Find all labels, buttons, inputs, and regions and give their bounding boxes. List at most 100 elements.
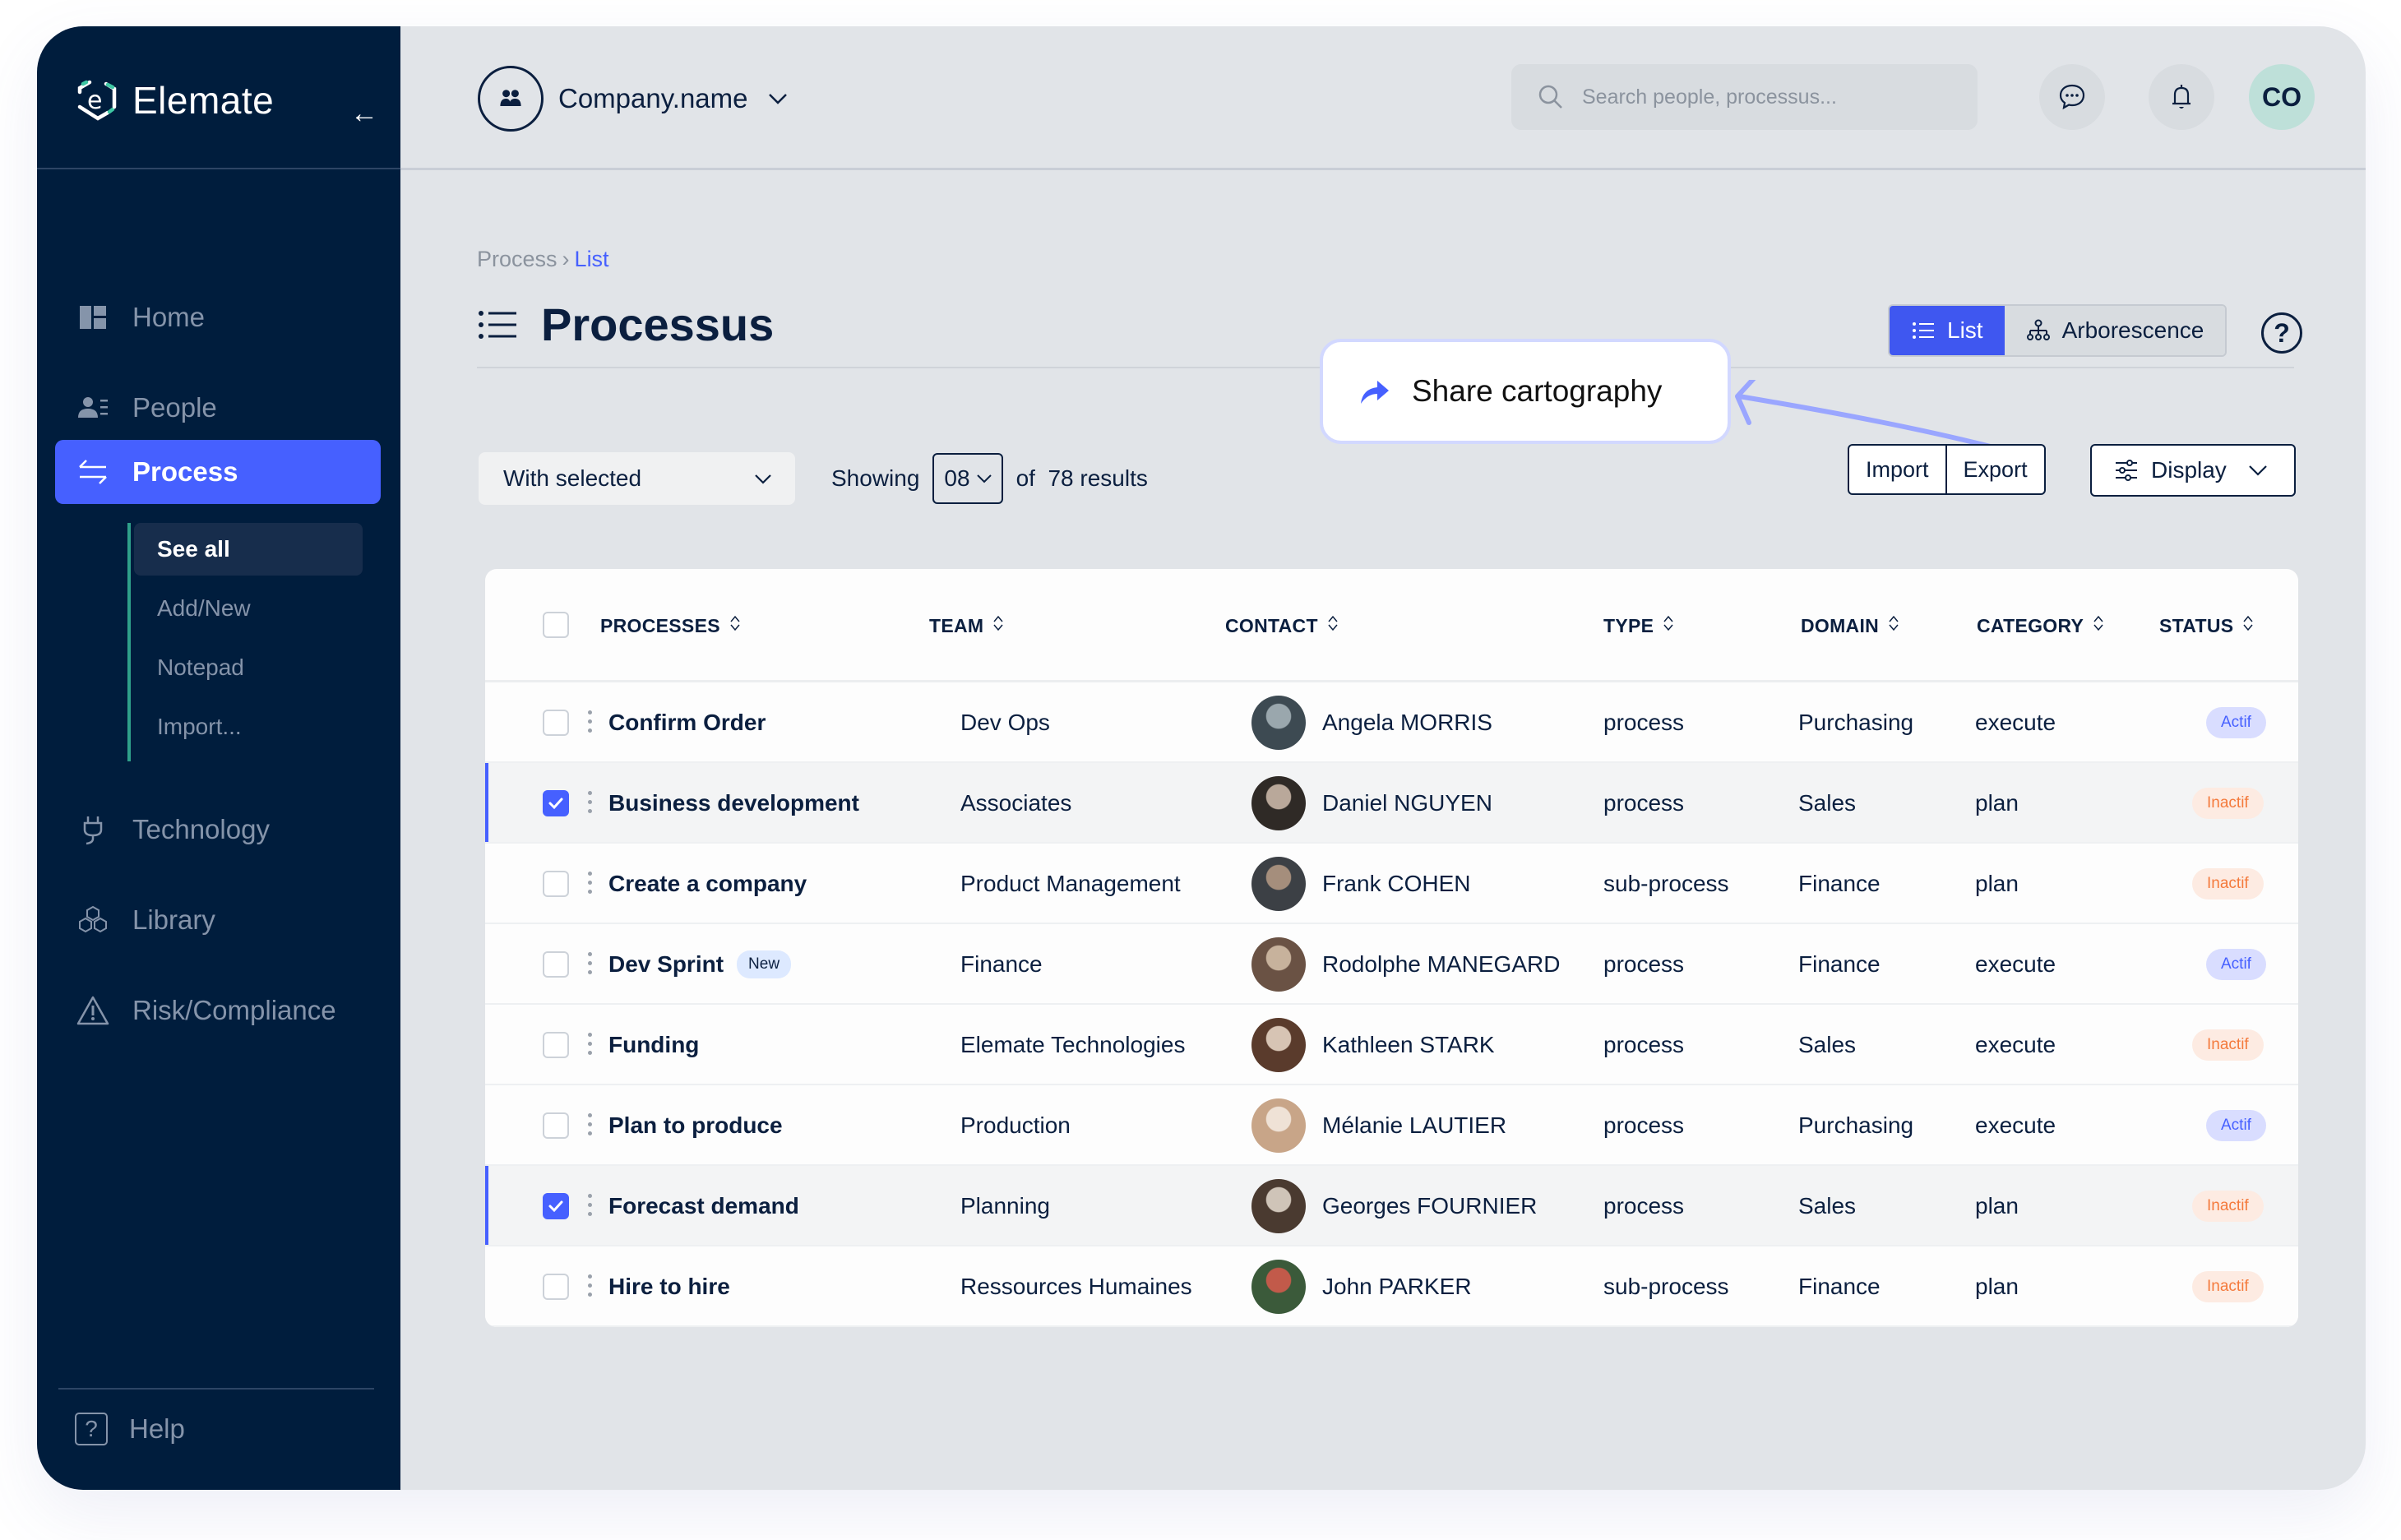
row-checkbox[interactable] [543, 1032, 569, 1058]
breadcrumb-process[interactable]: Process [477, 247, 557, 271]
row-checkbox[interactable] [543, 1112, 569, 1139]
sliders-icon [2116, 460, 2137, 481]
contact-name: Angela MORRIS [1322, 710, 1492, 735]
type-cell: process [1603, 790, 1685, 816]
breadcrumb: Process › List [477, 247, 609, 272]
process-name-cell[interactable]: Business development [608, 763, 859, 844]
logo[interactable]: e Elemate [75, 76, 274, 125]
row-checkbox[interactable] [543, 951, 569, 978]
process-name-cell[interactable]: Confirm Order [608, 682, 766, 763]
table-row[interactable]: Dev Sprint New Finance Rodolphe MANEGARD pro… [485, 924, 2298, 1005]
contact-cell[interactable]: Daniel NGUYEN [1251, 763, 1492, 844]
warning-icon [75, 992, 111, 1029]
sidebar-item-risk-compliance[interactable]: Risk/Compliance [55, 978, 381, 1043]
table-row[interactable]: Hire to hire Ressources Humaines John PARK… [485, 1246, 2298, 1327]
sidebar-divider [58, 1388, 374, 1390]
table-row[interactable]: Business development Associates Daniel NGU… [485, 763, 2298, 844]
table-row[interactable]: Confirm Order Dev Ops Angela MORRIS process… [485, 682, 2298, 763]
contact-cell[interactable]: Mélanie LAUTIER [1251, 1085, 1506, 1166]
status-cell: Inactif [2192, 1246, 2264, 1327]
subnav-notepad[interactable]: Notepad [134, 641, 363, 694]
status-cell: Inactif [2192, 1166, 2264, 1246]
row-checkbox[interactable] [543, 1193, 569, 1219]
type-cell: process [1603, 1112, 1685, 1138]
drag-handle-icon[interactable] [588, 872, 593, 896]
subnav-import[interactable]: Import... [134, 701, 363, 753]
column-header-domain[interactable]: DOMAIN [1801, 569, 1900, 682]
sort-icon [992, 614, 1005, 637]
page-title: Processus [477, 298, 774, 351]
sort-icon [1326, 614, 1339, 637]
company-switcher[interactable]: Company.name [478, 66, 789, 132]
contact-cell[interactable]: John PARKER [1251, 1246, 1472, 1327]
per-page-select[interactable]: 08 [932, 453, 1003, 504]
process-name-cell[interactable]: Create a company [608, 844, 807, 924]
drag-handle-icon[interactable] [588, 1274, 593, 1299]
display-button[interactable]: Display [2090, 444, 2296, 497]
search-input[interactable]: Search people, processus... [1511, 64, 1978, 130]
column-header-contact[interactable]: CONTACT [1225, 569, 1339, 682]
table-row[interactable]: Create a company Product Management Frank … [485, 844, 2298, 924]
with-selected-dropdown[interactable]: With selected [479, 452, 795, 505]
column-header-category[interactable]: CATEGORY [1977, 569, 2105, 682]
view-list-button[interactable]: List [1890, 306, 2005, 355]
display-label: Display [2151, 457, 2227, 483]
messages-button[interactable] [2039, 64, 2105, 130]
contact-cell[interactable]: Kathleen STARK [1251, 1005, 1495, 1085]
column-header-label: STATUS [2159, 614, 2234, 636]
contact-avatar [1251, 776, 1306, 830]
contact-cell[interactable]: Frank COHEN [1251, 844, 1470, 924]
sidebar-item-library[interactable]: Library [55, 888, 381, 952]
table-row[interactable]: Funding Elemate Technologies Kathleen STAR… [485, 1005, 2298, 1085]
row-checkbox[interactable] [543, 871, 569, 897]
notifications-button[interactable] [2149, 64, 2214, 130]
drag-handle-icon[interactable] [588, 1033, 593, 1057]
category-cell: plan [1975, 1193, 2019, 1219]
view-arborescence-button[interactable]: Arborescence [2004, 306, 2226, 355]
row-checkbox[interactable] [543, 710, 569, 736]
process-name-cell[interactable]: Hire to hire [608, 1246, 730, 1327]
column-header-type[interactable]: TYPE [1603, 569, 1675, 682]
category-cell: execute [1975, 1032, 2056, 1057]
drag-handle-icon[interactable] [588, 791, 593, 816]
process-name-cell[interactable]: Dev Sprint New [608, 924, 792, 1005]
contact-cell[interactable]: Georges FOURNIER [1251, 1166, 1537, 1246]
collapse-sidebar-button[interactable]: ← [348, 97, 381, 130]
brand-name: Elemate [132, 79, 275, 122]
drag-handle-icon[interactable] [588, 952, 593, 977]
status-cell: Actif [2206, 1085, 2266, 1166]
process-name-cell[interactable]: Funding [608, 1005, 699, 1085]
subnav-see-all[interactable]: See all [134, 523, 363, 576]
column-header-processes[interactable]: PROCESSES [600, 569, 742, 682]
type-cell: process [1603, 710, 1685, 735]
people-list-icon [75, 390, 111, 426]
user-avatar[interactable]: CO [2249, 64, 2315, 130]
process-name-cell[interactable]: Forecast demand [608, 1166, 799, 1246]
row-checkbox[interactable] [543, 1274, 569, 1300]
row-checkbox[interactable] [543, 790, 569, 816]
sidebar-item-label: People [132, 392, 217, 423]
column-header-team[interactable]: TEAM [929, 569, 1005, 682]
sidebar-item-people[interactable]: People [55, 376, 381, 440]
sidebar-item-home[interactable]: Home [55, 285, 381, 349]
contact-cell[interactable]: Rodolphe MANEGARD [1251, 924, 1560, 1005]
subnav-add-new[interactable]: Add/New [134, 582, 363, 635]
pagination-summary: Showing 08 of 78 results [831, 452, 1148, 505]
drag-handle-icon[interactable] [588, 1113, 593, 1138]
export-button[interactable]: Export [1945, 446, 2044, 493]
contact-cell[interactable]: Angela MORRIS [1251, 682, 1492, 763]
drag-handle-icon[interactable] [588, 710, 593, 735]
share-cartography-button[interactable]: Share cartography [1320, 339, 1731, 444]
table-row[interactable]: Plan to produce Production Mélanie LAUTIER… [485, 1085, 2298, 1166]
sidebar-item-technology[interactable]: Technology [55, 798, 381, 862]
sidebar-item-process[interactable]: Process [55, 440, 381, 504]
process-name-cell[interactable]: Plan to produce [608, 1085, 783, 1166]
help-circle-icon[interactable]: ? [2261, 312, 2302, 354]
help-link[interactable]: ? Help [75, 1413, 185, 1445]
select-all-checkbox[interactable] [543, 612, 569, 638]
import-button[interactable]: Import [1849, 446, 1945, 493]
drag-handle-icon[interactable] [588, 1194, 593, 1219]
table-row[interactable]: Forecast demand Planning Georges FOURNIER p… [485, 1166, 2298, 1246]
contact-avatar [1251, 857, 1306, 911]
column-header-status[interactable]: STATUS [2159, 569, 2255, 682]
